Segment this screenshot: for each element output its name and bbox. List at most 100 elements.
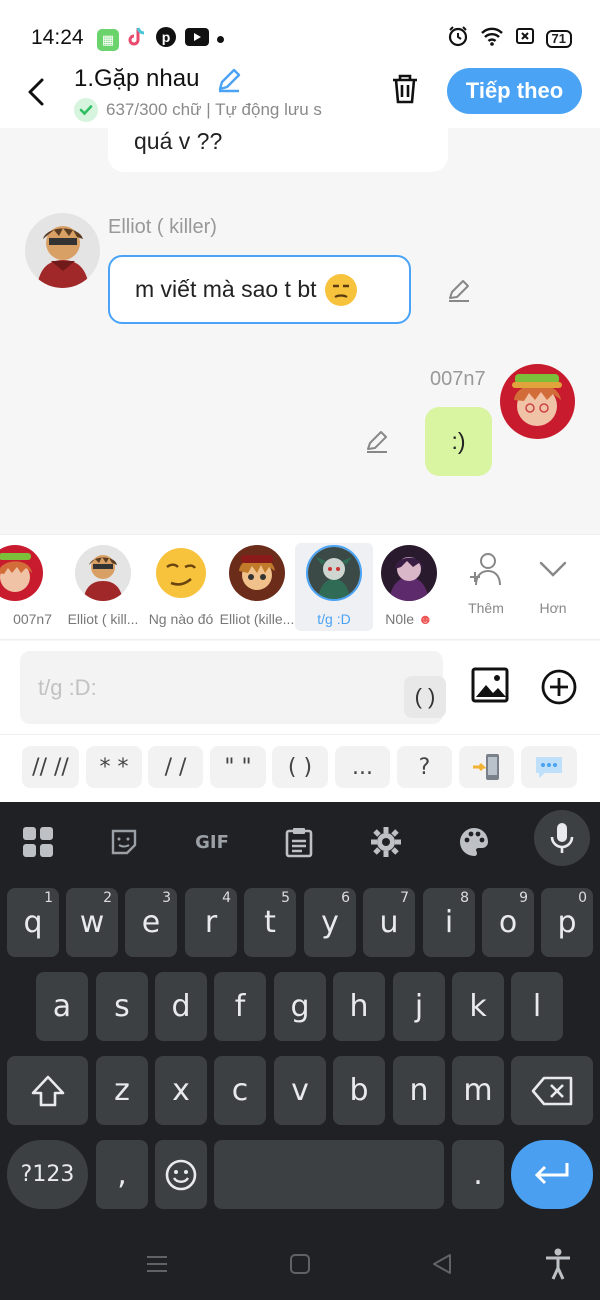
key-q[interactable]: q1 bbox=[7, 888, 59, 957]
symbols-key[interactable]: ?123 bbox=[7, 1140, 88, 1209]
apps-grid-icon[interactable] bbox=[10, 814, 66, 870]
recent-apps-icon[interactable] bbox=[145, 1252, 169, 1281]
smirk-emoji-icon bbox=[153, 545, 209, 601]
key-o[interactable]: o9 bbox=[482, 888, 534, 957]
avatar bbox=[0, 545, 43, 601]
key-u[interactable]: u7 bbox=[363, 888, 415, 957]
theme-palette-icon[interactable] bbox=[446, 814, 502, 870]
key-n[interactable]: n bbox=[393, 1056, 445, 1125]
unamused-emoji-icon bbox=[324, 273, 357, 306]
symbol-double-slash[interactable]: // // bbox=[22, 746, 79, 788]
key-l[interactable]: l bbox=[511, 972, 563, 1041]
previous-message-bubble[interactable]: quá v ?? bbox=[108, 128, 448, 172]
key-z[interactable]: z bbox=[96, 1056, 148, 1125]
avatar-elliot[interactable] bbox=[25, 213, 100, 288]
key-x[interactable]: x bbox=[155, 1056, 207, 1125]
notification-icons: ▦ p bbox=[97, 26, 224, 53]
back-nav-icon[interactable] bbox=[430, 1252, 454, 1281]
message-bubble[interactable]: :) bbox=[425, 407, 492, 476]
key-w[interactable]: w2 bbox=[66, 888, 118, 957]
chapter-title[interactable]: 1.Gặp nhau bbox=[74, 65, 199, 93]
more-characters-button[interactable]: Hơn bbox=[521, 549, 585, 616]
clipboard-icon[interactable] bbox=[271, 814, 327, 870]
key-r[interactable]: r4 bbox=[185, 888, 237, 957]
key-f[interactable]: f bbox=[214, 972, 266, 1041]
key-i[interactable]: i8 bbox=[423, 888, 475, 957]
key-b[interactable]: b bbox=[333, 1056, 385, 1125]
next-button[interactable]: Tiếp theo bbox=[447, 68, 582, 114]
key-p[interactable]: p0 bbox=[541, 888, 593, 957]
character-name: 007n7 bbox=[13, 611, 52, 627]
symbol-slashes[interactable]: / / bbox=[148, 746, 203, 788]
edit-message-icon[interactable] bbox=[446, 277, 472, 308]
key-e[interactable]: e3 bbox=[125, 888, 177, 957]
emoji-key[interactable] bbox=[155, 1140, 207, 1209]
virtual-keyboard: GIF q1 w2 e3 r4 t5 y6 u7 i8 o9 p0 a s d … bbox=[0, 802, 600, 1300]
character-name: N0le ☻ bbox=[385, 611, 433, 627]
more-label: Hơn bbox=[539, 600, 567, 616]
system-navigation-bar bbox=[0, 1234, 600, 1300]
enter-arrow-icon bbox=[534, 1162, 569, 1184]
key-h[interactable]: h bbox=[333, 972, 385, 1041]
period-key[interactable]: . bbox=[452, 1140, 504, 1209]
edit-title-icon[interactable] bbox=[215, 66, 243, 99]
microphone-icon[interactable] bbox=[534, 810, 590, 866]
battery-icon: 71 bbox=[545, 29, 572, 48]
comma-key[interactable]: , bbox=[96, 1140, 148, 1209]
message-bubble[interactable]: m viết mà sao t bt bbox=[108, 255, 411, 324]
character-tg-selected[interactable]: t/g :D bbox=[295, 543, 373, 631]
edit-message-icon[interactable] bbox=[364, 428, 390, 459]
key-v[interactable]: v bbox=[274, 1056, 326, 1125]
gif-button[interactable]: GIF bbox=[184, 814, 240, 870]
character-007n7[interactable]: 007n7 bbox=[0, 543, 54, 631]
key-c[interactable]: c bbox=[214, 1056, 266, 1125]
key-s[interactable]: s bbox=[96, 972, 148, 1041]
avatar-007n7[interactable] bbox=[500, 364, 575, 439]
character-ng-nao-do[interactable]: Ng nào đó bbox=[142, 543, 220, 631]
delete-button[interactable] bbox=[388, 72, 422, 111]
svg-text:p: p bbox=[162, 29, 171, 45]
back-button[interactable] bbox=[22, 72, 54, 112]
key-j[interactable]: j bbox=[393, 972, 445, 1041]
key-y[interactable]: y6 bbox=[304, 888, 356, 957]
backspace-key[interactable] bbox=[511, 1056, 593, 1125]
previous-message-text: quá v ?? bbox=[134, 128, 223, 154]
message-input-container: ( ) bbox=[20, 651, 446, 724]
symbol-asterisks[interactable]: * * bbox=[86, 746, 142, 788]
chat-bubble-icon[interactable] bbox=[521, 746, 577, 788]
character-elliot[interactable]: Elliot ( kill... bbox=[64, 543, 142, 631]
avatar bbox=[381, 545, 437, 601]
message-input[interactable] bbox=[38, 671, 378, 705]
accessibility-icon[interactable] bbox=[544, 1248, 572, 1285]
symbol-quotes[interactable]: " " bbox=[210, 746, 266, 788]
system-icons: 71 bbox=[447, 25, 572, 52]
settings-gear-icon[interactable] bbox=[358, 814, 414, 870]
add-circle-icon[interactable] bbox=[540, 668, 578, 711]
symbol-question[interactable]: ? bbox=[397, 746, 452, 788]
add-character-button[interactable]: Thêm bbox=[454, 549, 518, 616]
character-n0le[interactable]: N0le ☻ bbox=[370, 543, 448, 631]
phone-switch-icon[interactable] bbox=[459, 746, 514, 788]
symbol-parentheses[interactable]: ( ) bbox=[272, 746, 328, 788]
phone-clone-icon: ▦ bbox=[97, 28, 119, 51]
symbol-ellipsis[interactable]: ... bbox=[335, 746, 390, 788]
parentheses-button[interactable]: ( ) bbox=[404, 676, 446, 718]
key-a[interactable]: a bbox=[36, 972, 88, 1041]
sticker-icon[interactable] bbox=[96, 814, 152, 870]
shift-arrow-icon bbox=[31, 1075, 64, 1106]
image-icon[interactable] bbox=[470, 665, 510, 710]
home-icon[interactable] bbox=[288, 1252, 312, 1281]
sim-icon bbox=[515, 26, 535, 51]
key-d[interactable]: d bbox=[155, 972, 207, 1041]
key-t[interactable]: t5 bbox=[244, 888, 296, 957]
key-g[interactable]: g bbox=[274, 972, 326, 1041]
message-text: m viết mà sao t bt bbox=[135, 276, 317, 302]
key-k[interactable]: k bbox=[452, 972, 504, 1041]
character-name: Ng nào đó bbox=[148, 611, 214, 627]
space-key[interactable] bbox=[214, 1140, 444, 1209]
enter-key[interactable] bbox=[511, 1140, 593, 1209]
character-elliot-killer[interactable]: Elliot (kille... bbox=[218, 543, 296, 631]
pinterest-icon: p bbox=[155, 26, 177, 53]
key-m[interactable]: m bbox=[452, 1056, 504, 1125]
shift-key[interactable] bbox=[7, 1056, 88, 1125]
